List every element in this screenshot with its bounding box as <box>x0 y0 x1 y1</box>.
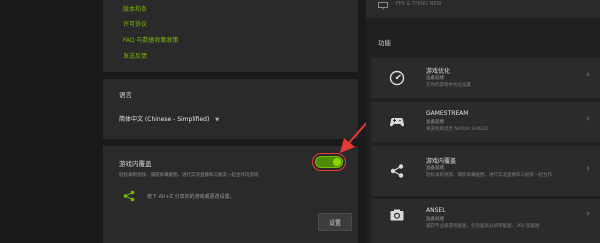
feature-status: 准备就绪 <box>426 76 444 81</box>
share-icon <box>390 164 404 178</box>
language-selected-value: 简体中文 (Chinese - Simplified) <box>119 116 210 123</box>
links-card: 版本和条 许可协议 FAQ 与数据收集政策 发送反馈 <box>103 0 358 72</box>
feature-in-game-overlay[interactable]: 游戏内覆盖 准备就绪 轻松录制视频、捕获屏幕截图，进行实况直播和与朋友一起合作 … <box>371 146 600 196</box>
link-version[interactable]: 版本和条 <box>123 4 147 13</box>
feature-ansel[interactable]: ANSEL 准备就绪 捕获专业级游戏截图，包括超高分辨率截图、360 度截图 › <box>371 199 600 243</box>
link-license[interactable]: 许可协议 <box>123 19 147 28</box>
feature-game-optimization[interactable]: 游戏优化 准备就绪 在你的游戏中优化设置 › <box>371 58 600 98</box>
left-column: 版本和条 许可协议 FAQ 与数据收集政策 发送反馈 语言 简体中文 (Chin… <box>103 0 358 243</box>
language-title: 语言 <box>119 91 132 99</box>
camera-icon <box>390 209 404 221</box>
gamepad-icon <box>390 118 404 127</box>
feature-gamestream[interactable]: GAMESTREAM 准备就绪 将游戏串流至 NVIDIA SHIELD › <box>371 102 600 142</box>
overlay-title: 游戏内覆盖 <box>119 160 152 168</box>
link-faq-privacy[interactable]: FAQ 与数据收集政策 <box>123 35 179 44</box>
right-column: FPS & THING NEW 功能 游戏优化 准备就绪 在你的游戏中优化设置 … <box>366 0 600 243</box>
share-icon <box>123 190 135 202</box>
feature-description: 轻松录制视频、捕获屏幕截图，进行实况直播和与朋友一起合作 <box>426 173 552 178</box>
speedometer-icon <box>389 70 405 86</box>
feature-status: 准备就绪 <box>426 120 444 125</box>
chevron-right-icon: › <box>586 209 590 219</box>
feature-name: 游戏内覆盖 <box>426 158 457 165</box>
monitor-icon <box>378 2 388 10</box>
settings-button[interactable]: 设置 <box>318 213 352 231</box>
top-strip: FPS & THING NEW <box>366 0 600 18</box>
chevron-right-icon: › <box>586 114 590 124</box>
in-game-overlay-card: 游戏内覆盖 轻松录制视频、捕获屏幕截图，进行实况直播和与朋友一起合作玩游戏 按下… <box>103 146 358 243</box>
language-select[interactable]: 简体中文 (Chinese - Simplified) ▼ <box>119 114 219 123</box>
feature-name: ANSEL <box>426 207 446 214</box>
features-title: 功能 <box>378 39 391 47</box>
chevron-right-icon: › <box>586 164 590 174</box>
feature-name: 游戏优化 <box>426 68 451 75</box>
share-hint-text: 按下 Alt+Z 分享你的游戏或更改设置。 <box>147 194 235 200</box>
language-card: 语言 简体中文 (Chinese - Simplified) ▼ <box>103 79 358 139</box>
feature-description: 捕获专业级游戏截图，包括超高分辨率截图、360 度截图 <box>426 224 540 229</box>
feature-description: 在你的游戏中优化设置 <box>426 83 471 88</box>
link-feedback[interactable]: 发送反馈 <box>123 51 147 60</box>
chevron-right-icon: › <box>586 70 590 80</box>
feature-status: 准备就绪 <box>426 217 444 222</box>
feature-name: GAMESTREAM <box>426 110 469 117</box>
feature-description: 将游戏串流至 NVIDIA SHIELD <box>426 127 488 132</box>
feature-status: 准备就绪 <box>426 166 444 171</box>
overlay-description: 轻松录制视频、捕获屏幕截图，进行实况直播和与朋友一起合作玩游戏 <box>119 173 259 178</box>
top-strip-text: FPS & THING NEW <box>396 1 442 7</box>
chevron-down-icon: ▼ <box>215 117 220 123</box>
